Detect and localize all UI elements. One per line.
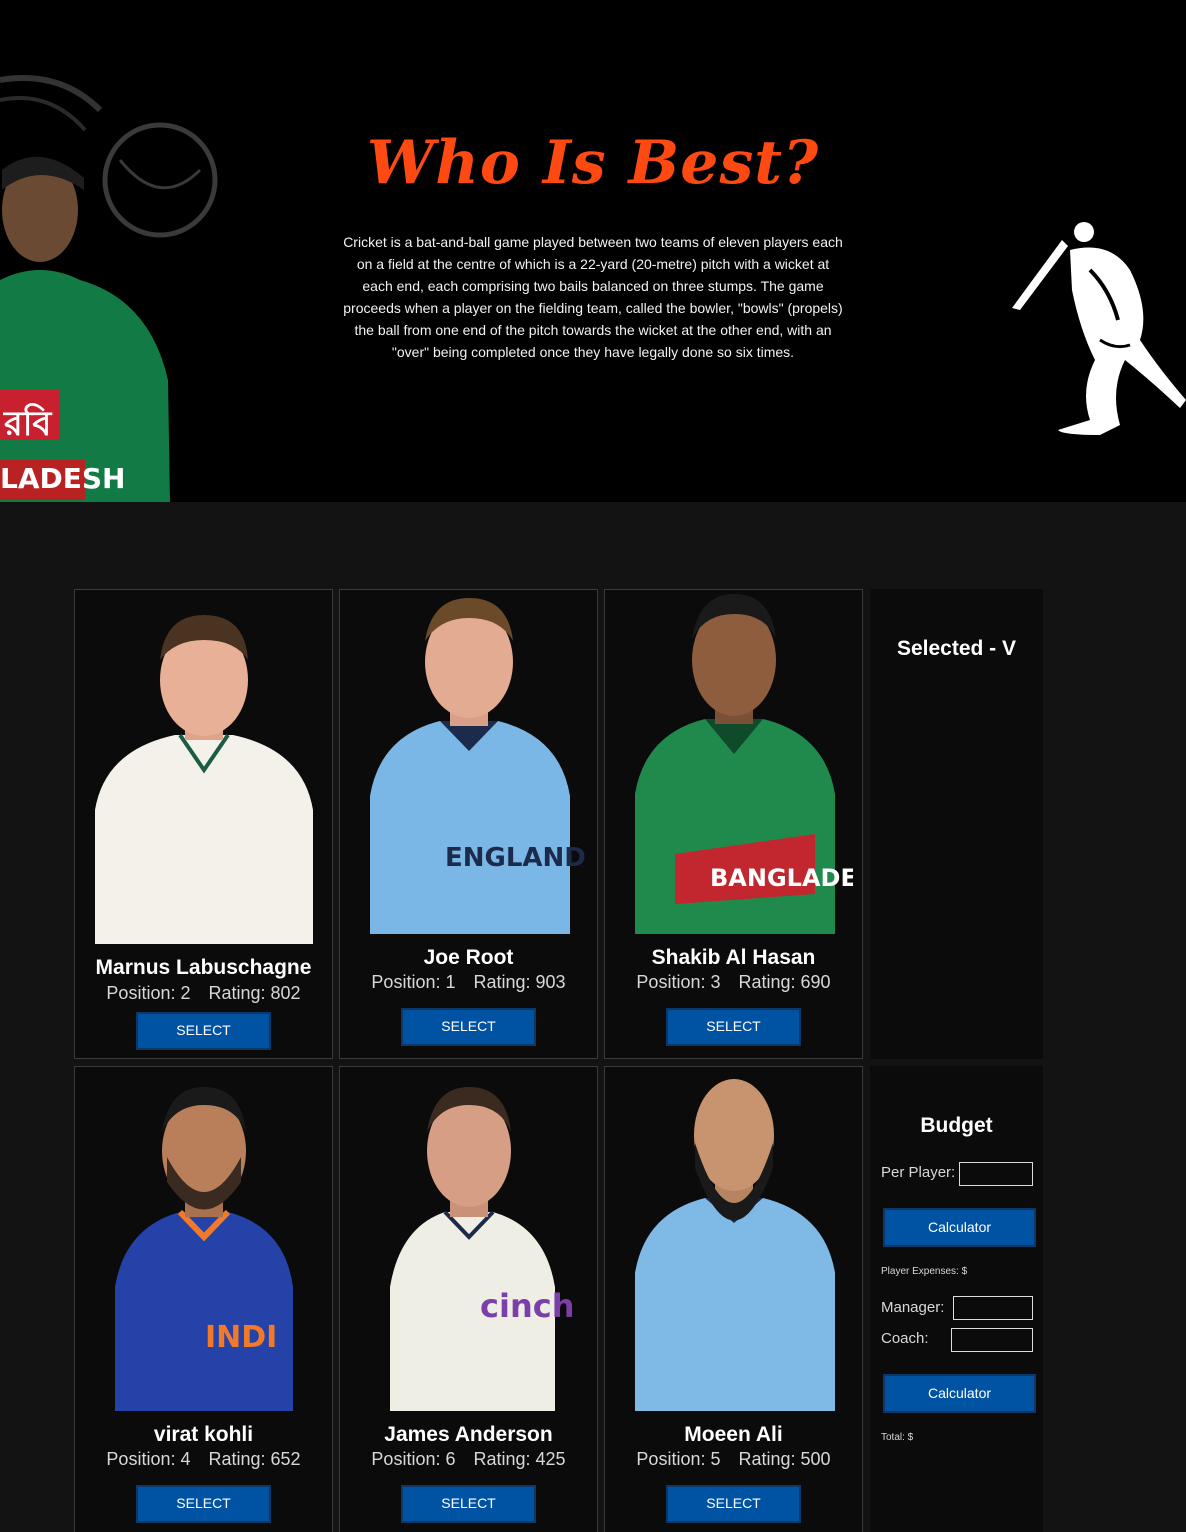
player-stats: Position: 5 Rating: 500 [605,1449,862,1470]
player-position: Position: 3 [636,972,721,992]
svg-text:ENGLAND: ENGLAND [445,843,586,873]
budget-panel: Budget Per Player: Calculator Player Exp… [870,1066,1043,1532]
player-name: virat kohli [153,1423,254,1446]
player-position: Position: 6 [371,1449,456,1469]
hero-description: Cricket is a bat-and-ball game played be… [343,234,843,360]
player-rating: Rating: 903 [473,972,566,992]
player-position: Position: 2 [106,983,191,1003]
player-rating: Rating: 425 [473,1449,566,1469]
svg-text:রবি: রবি [3,403,52,444]
per-player-input[interactable] [959,1162,1033,1186]
manager-input[interactable] [953,1296,1033,1320]
player-card: ENGLAND Joe Root Position: 1 Rating: 903 … [339,589,598,1059]
batsman-silhouette-icon [1012,222,1186,435]
player-stats: Position: 1 Rating: 903 [340,972,597,993]
player-rating: Rating: 652 [208,1449,301,1469]
select-button[interactable]: SELECT [401,1485,536,1523]
player-photo: ENGLAND [370,598,586,934]
svg-text:LADESH: LADESH [0,462,125,495]
player-photo: BANGLADE [635,594,853,934]
total-text: Total: $ [881,1432,914,1443]
player-stats: Position: 3 Rating: 690 [605,972,862,993]
page-title: Who Is Best? [366,128,820,198]
player-card: INDI virat kohli Position: 4 Rating: 652 … [74,1066,333,1532]
selected-panel: Selected - V [870,589,1043,1059]
per-player-label: Per Player: [881,1164,956,1181]
select-button[interactable]: SELECT [401,1008,536,1046]
player-photo: INDI [115,1087,293,1411]
svg-text:cinch: cinch [480,1287,574,1325]
svg-text:BANGLADE: BANGLADE [710,864,853,892]
selected-title: Selected - V [896,637,1017,660]
player-card: cinch James Anderson Position: 6 Rating: … [339,1066,598,1532]
player-position: Position: 5 [636,1449,721,1469]
budget-title: Budget [920,1114,993,1137]
select-button[interactable]: SELECT [136,1485,271,1523]
player-rating: Rating: 500 [738,1449,831,1469]
select-button[interactable]: SELECT [666,1008,801,1046]
player-photo [635,1079,835,1411]
player-position: Position: 1 [371,972,456,992]
calculate-total-button[interactable]: Calculator [883,1374,1036,1413]
player-card: Moeen Ali Position: 5 Rating: 500 SELECT [604,1066,863,1532]
player-name: Joe Root [423,946,514,969]
player-photo [95,615,313,944]
player-rating: Rating: 690 [738,972,831,992]
select-button[interactable]: SELECT [136,1012,271,1050]
hero-banner: রবি LADESH Who Is Best? Cricket is a bat… [0,0,1186,502]
player-stats: Position: 2 Rating: 802 [75,983,332,1004]
player-stats: Position: 4 Rating: 652 [75,1449,332,1470]
player-position: Position: 4 [106,1449,191,1469]
player-stats: Position: 6 Rating: 425 [340,1449,597,1470]
player-expenses-text: Player Expenses: $ [881,1266,968,1277]
player-name: Moeen Ali [684,1423,783,1446]
calculator-button[interactable]: Calculator [883,1208,1036,1247]
player-name: Marnus Labuschagne [95,956,312,979]
player-card: BANGLADE Shakib Al Hasan Position: 3 Rati… [604,589,863,1059]
coach-input[interactable] [951,1328,1033,1352]
svg-text:INDI: INDI [205,1320,277,1355]
player-photo: cinch [390,1087,574,1411]
cricketer-portrait-image: রবি LADESH [0,75,218,502]
player-name: James Anderson [384,1423,553,1446]
select-button[interactable]: SELECT [666,1485,801,1523]
coach-label: Coach: [881,1330,929,1347]
player-name: Shakib Al Hasan [651,946,816,969]
player-card: Marnus Labuschagne Position: 2 Rating: 80… [74,589,333,1059]
manager-label: Manager: [881,1299,945,1316]
player-rating: Rating: 802 [208,983,301,1003]
